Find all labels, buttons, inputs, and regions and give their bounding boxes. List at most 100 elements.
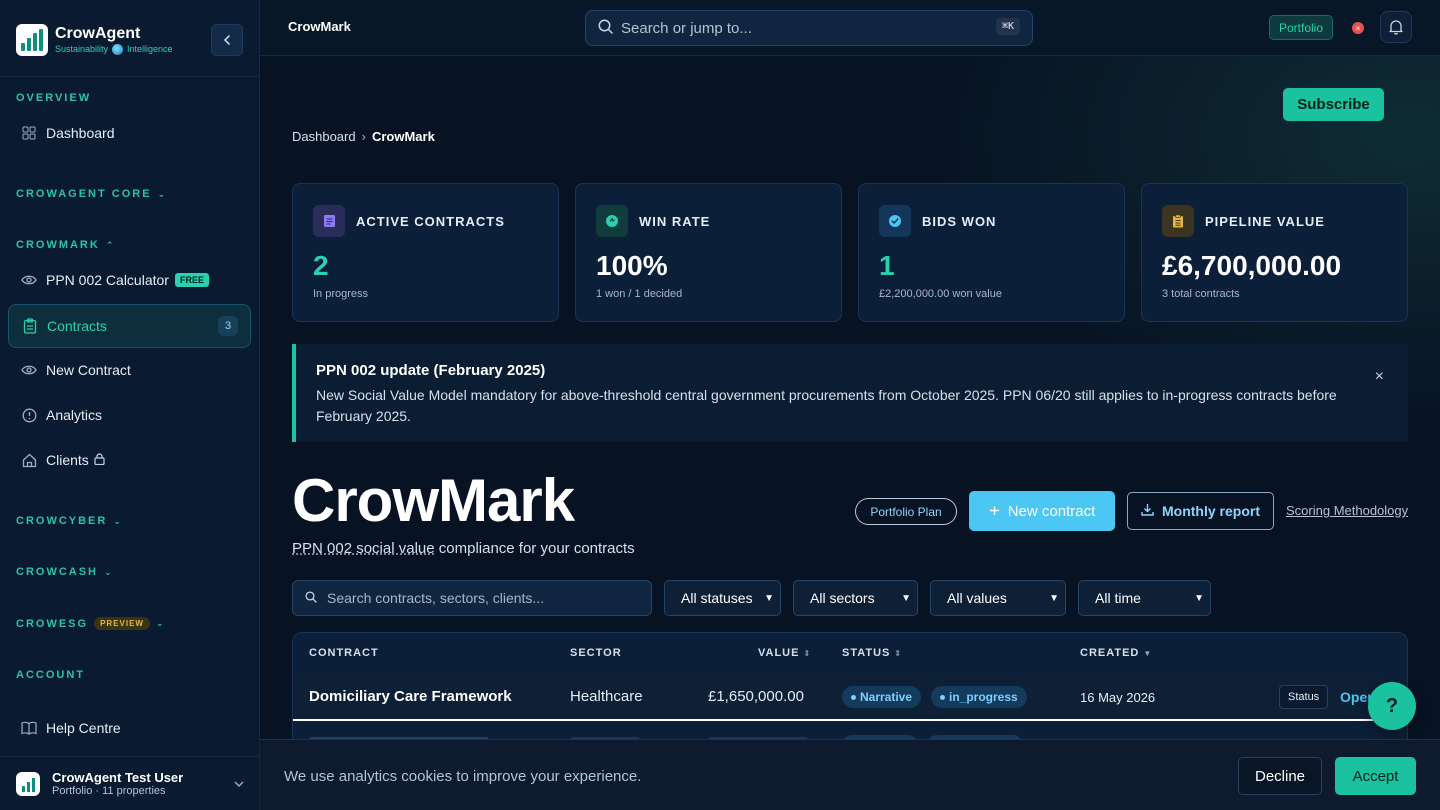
brand-logo-icon [16,24,48,56]
contracts-count-badge: 3 [218,316,238,336]
monthly-report-button[interactable]: Monthly report [1127,492,1274,530]
sidebar-divider [0,76,260,77]
clipboard-icon [22,318,38,334]
section-overview: OVERVIEW [16,92,92,104]
sidebar-item-help-centre[interactable]: Help Centre [8,706,251,750]
chevron-down-icon: ⌄ [104,566,112,577]
kpi-sub: £2,200,000.00 won value [879,288,1002,300]
chevron-down-icon: ▼ [764,592,774,604]
avatar [16,771,40,796]
sort-desc-icon: ▼ [1143,649,1153,658]
sidebar-item-label: Help Centre [46,720,121,736]
page-title: CrowMark [292,467,575,534]
shortcut-hint: ⌘K [995,18,1020,35]
global-search[interactable]: ⌘K [585,10,1033,46]
close-icon[interactable]: × [1375,368,1384,386]
cookie-banner: We use analytics cookies to improve your… [260,739,1440,810]
free-badge: FREE [174,273,209,287]
column-header-status[interactable]: STATUS ⇕ [842,647,902,659]
user-menu[interactable]: CrowAgent Test User Portfolio · 11 prope… [0,756,260,810]
page-subtitle: PPN 002 social value compliance for your… [292,540,635,557]
search-icon [598,19,613,38]
kpi-label: WIN RATE [639,213,711,229]
ppn-update-notice: PPN 002 update (February 2025) New Socia… [292,344,1408,442]
kpi-sub: 1 won / 1 decided [596,288,683,300]
kpi-win-rate: WIN RATE 100% 1 won / 1 decided [575,183,842,322]
main-content: Subscribe Dashboard › CrowMark ACTIVE CONT… [260,56,1440,810]
section-crowagent-core[interactable]: CROWAGENT CORE ⌄ [16,188,165,200]
section-crowcyber[interactable]: CROWCYBER ⌄ [16,515,121,527]
status-filter[interactable]: All statuses ▼ [664,580,781,616]
kpi-value: 2 [313,250,329,281]
sidebar-item-contracts[interactable]: Contracts 3 [8,304,251,348]
chevron-up-icon: ⌃ [105,239,114,250]
section-crowcash[interactable]: CROWCASH ⌄ [16,566,112,578]
brand-tagline: Sustainability Intelligence [55,43,173,55]
table-row[interactable]: Domiciliary Care Framework Healthcare £1… [293,673,1407,721]
search-icon [305,590,317,606]
scoring-methodology-link[interactable]: Scoring Methodology [1286,503,1408,518]
sidebar-item-new-contract[interactable]: New Contract [8,348,251,392]
portfolio-plan-pill[interactable]: Portfolio Plan [855,498,957,525]
error-indicator[interactable]: × [1352,22,1364,34]
section-crowmark[interactable]: CROWMARK ⌃ [16,239,113,251]
breadcrumb-current: CrowMark [371,129,435,144]
time-filter[interactable]: All time ▼ [1078,580,1211,616]
sort-icon: ⇕ [803,649,812,658]
sidebar-item-label: New Contract [46,362,131,378]
sector-filter[interactable]: All sectors ▼ [793,580,918,616]
bell-icon [1389,20,1403,35]
chevron-down-icon: ⌄ [113,515,121,526]
breadcrumb: Dashboard › CrowMark [292,129,435,144]
decline-button[interactable]: Decline [1238,757,1322,795]
contract-created: 16 May 2026 [1080,690,1156,705]
breadcrumb-separator: › [361,129,366,144]
sidebar-item-label: Clients [46,452,89,468]
sidebar-item-clients[interactable]: Clients [8,438,251,482]
global-search-input[interactable] [621,19,961,37]
contract-name[interactable]: Domiciliary Care Framework [309,688,512,705]
notice-title: PPN 002 update (February 2025) [316,362,546,379]
new-contract-button[interactable]: New contract [969,491,1115,531]
home-icon [21,452,37,468]
kpi-bids-won: BIDS WON 1 £2,200,000.00 won value [858,183,1125,322]
column-header-created[interactable]: CREATED ▼ [1080,647,1152,659]
chevron-down-icon: ▼ [1049,592,1059,604]
check-circle-icon [879,205,911,237]
alert-circle-icon [21,407,37,423]
value-filter[interactable]: All values ▼ [930,580,1066,616]
contract-search[interactable] [292,580,652,616]
sidebar-item-label: PPN 002 Calculator [46,272,169,288]
ppn-link[interactable]: PPN 002 social value [292,540,435,557]
help-button[interactable]: ? [1368,682,1416,730]
status-button[interactable]: Status [1279,685,1329,709]
user-plan: Portfolio · 11 properties [52,785,166,797]
sort-icon: ⇕ [894,649,903,658]
subscribe-button[interactable]: Subscribe [1283,88,1384,121]
sidebar-item-ppn-calculator[interactable]: PPN 002 Calculator FREE [8,258,251,302]
accept-button[interactable]: Accept [1335,757,1416,795]
chevron-left-icon [223,35,230,45]
lock-icon [94,452,105,468]
cookie-text: We use analytics cookies to improve your… [284,768,642,785]
chevron-down-icon: ▼ [901,592,911,604]
breadcrumb-dashboard[interactable]: Dashboard [292,129,356,144]
kpi-sub: In progress [313,288,369,300]
topbar: CrowMark ⌘K Portfolio × [260,0,1440,56]
sidebar-item-analytics[interactable]: Analytics [8,393,251,437]
brand[interactable]: CrowAgent Sustainability Intelligence [16,24,173,56]
kpi-value: £6,700,000.00 [1162,250,1342,281]
section-crowesg[interactable]: CROWESG PREVIEW ⌄ [16,617,164,630]
column-header-value[interactable]: VALUE ⇕ [758,647,811,659]
globe-icon [112,43,124,55]
grid-icon [21,125,37,141]
contract-search-input[interactable] [327,590,637,606]
sidebar-item-label: Dashboard [46,125,115,141]
notifications-button[interactable] [1380,11,1412,43]
clipboard-icon [1162,205,1194,237]
collapse-sidebar-button[interactable] [211,24,243,56]
kpi-label: ACTIVE CONTRACTS [356,213,505,229]
kpi-value: 1 [879,250,895,281]
sidebar-item-dashboard[interactable]: Dashboard [8,111,251,155]
plan-pill[interactable]: Portfolio [1269,15,1334,40]
